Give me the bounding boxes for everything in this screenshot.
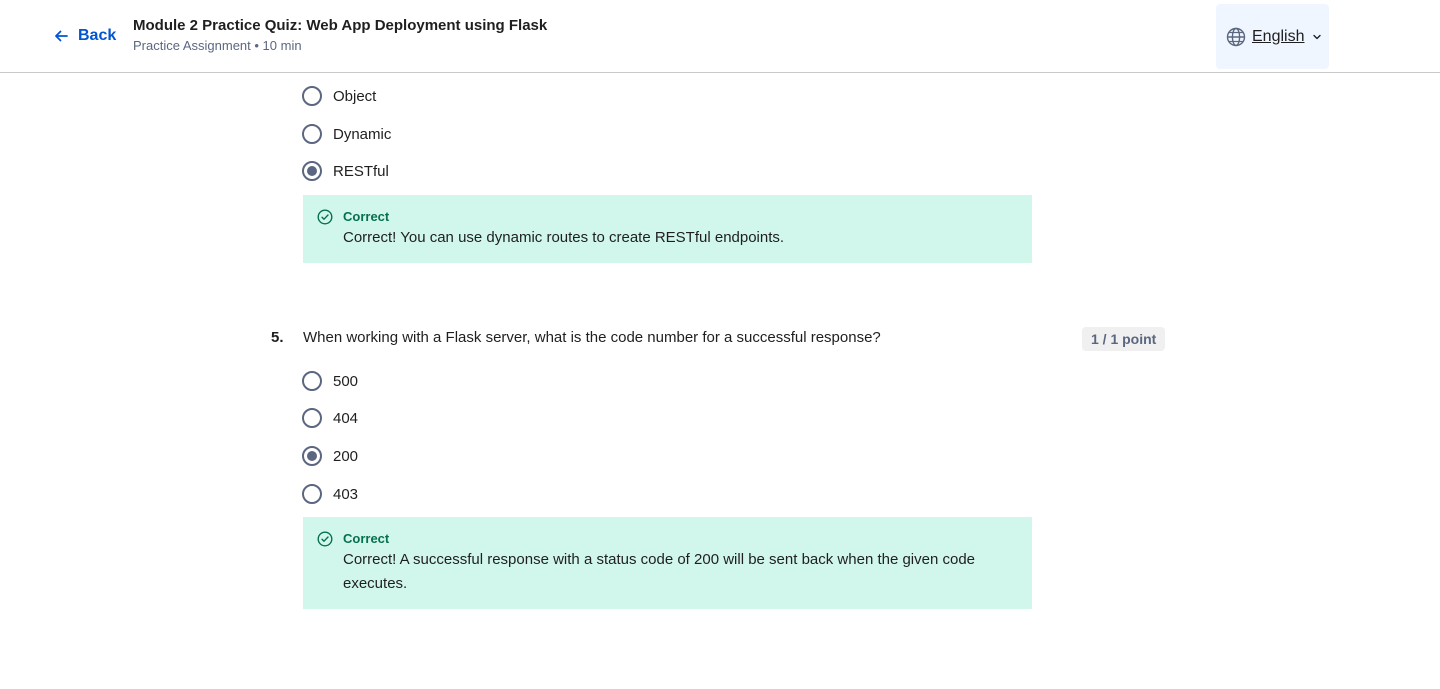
- title-block: Module 2 Practice Quiz: Web App Deployme…: [133, 16, 547, 56]
- radio-button-selected[interactable]: [302, 161, 322, 181]
- q5-option-403[interactable]: 403: [302, 482, 358, 506]
- q4-feedback-box: Correct Correct! You can use dynamic rou…: [303, 195, 1032, 263]
- radio-button[interactable]: [302, 124, 322, 144]
- q5-option-404[interactable]: 404: [302, 406, 358, 430]
- radio-button[interactable]: [302, 86, 322, 106]
- points-badge: 1 / 1 point: [1082, 327, 1166, 351]
- feedback-text: Correct! A successful response with a st…: [343, 551, 976, 592]
- radio-button[interactable]: [302, 371, 322, 391]
- language-selector[interactable]: English: [1216, 4, 1329, 69]
- page-title: Module 2 Practice Quiz: Web App Deployme…: [133, 17, 548, 34]
- option-label: Dynamic: [333, 125, 392, 143]
- option-label: 200: [333, 447, 359, 465]
- top-header: Back Module 2 Practice Quiz: Web App Dep…: [0, 0, 1440, 73]
- radio-button[interactable]: [302, 484, 322, 504]
- q4-option-restful[interactable]: RESTful: [302, 159, 389, 183]
- option-label: 404: [333, 409, 359, 427]
- option-label: RESTful: [333, 162, 389, 180]
- chevron-down-icon: [1313, 34, 1322, 39]
- check-circle-icon: [317, 531, 333, 547]
- feedback-text: Correct! You can use dynamic routes to c…: [343, 229, 785, 246]
- feedback-status: Correct: [343, 209, 390, 224]
- feedback-status: Correct: [343, 531, 390, 546]
- globe-icon: [1226, 27, 1246, 46]
- option-label: 500: [333, 372, 359, 390]
- arrow-left-icon: [55, 30, 68, 42]
- q5-option-200[interactable]: 200: [302, 444, 358, 468]
- back-label: Back: [78, 27, 117, 44]
- radio-button-selected[interactable]: [302, 446, 322, 466]
- language-label: English: [1252, 27, 1305, 45]
- option-label: Object: [333, 87, 377, 105]
- option-label: 403: [333, 485, 359, 503]
- question-text: When working with a Flask server, what i…: [303, 329, 881, 346]
- q5-feedback-box: Correct Correct! A successful response w…: [303, 517, 1032, 609]
- back-button[interactable]: Back: [52, 24, 116, 48]
- q4-option-object[interactable]: Object: [302, 84, 376, 108]
- check-circle-icon: [317, 209, 333, 225]
- q5-option-500[interactable]: 500: [302, 369, 358, 393]
- radio-button[interactable]: [302, 408, 322, 428]
- question-number: 5.: [271, 329, 284, 346]
- page-subtitle: Practice Assignment • 10 min: [133, 38, 302, 53]
- q4-option-dynamic[interactable]: Dynamic: [302, 122, 391, 146]
